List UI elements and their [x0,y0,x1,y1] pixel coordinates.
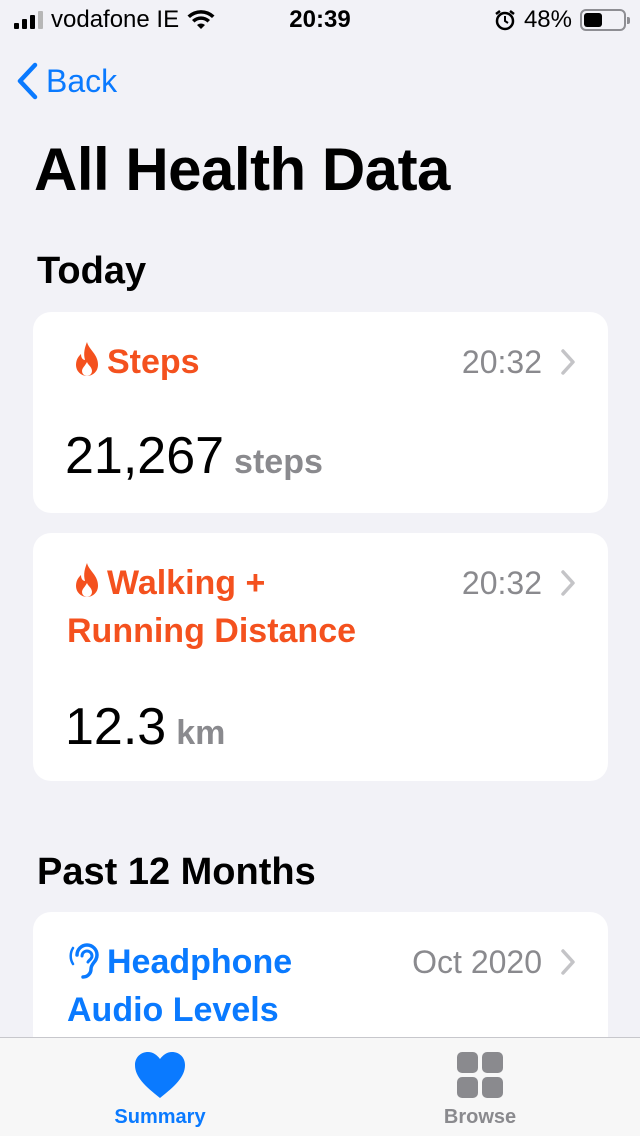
headphone-title-line1: Headphone [107,943,293,981]
grid-icon [457,1052,503,1098]
tab-summary[interactable]: Summary [0,1038,320,1136]
section-title-past: Past 12 Months [37,851,316,893]
walking-distance-card[interactable]: Walking + Running Distance 20:32 12.3 km [33,533,608,781]
battery-icon [580,9,630,31]
flame-icon [76,342,98,376]
tab-browse-label: Browse [443,1106,517,1128]
tab-browse[interactable]: Browse [320,1038,640,1136]
status-right: 48% [494,6,630,34]
ear-icon [69,943,99,979]
steps-card[interactable]: Steps 20:32 21,267 steps [33,312,608,513]
tab-summary-label: Summary [114,1106,206,1128]
back-label: Back [46,62,118,99]
status-bar: vodafone IE 20:39 48% [0,0,640,40]
walking-title-line2: Running Distance [67,612,357,650]
steps-time: 20:32 [461,344,542,380]
steps-value: 21,267 [65,427,225,485]
tab-bar: Summary Browse [0,1037,640,1136]
headphone-time: Oct 2020 [412,944,542,980]
walking-unit: km [176,714,226,752]
wifi-icon [187,10,215,29]
signal-icon [14,11,43,29]
walking-value: 12.3 [65,698,167,756]
flame-icon [76,563,98,597]
walking-title-line1: Walking + [107,564,266,602]
battery-percent: 48% [523,6,572,33]
chevron-right-icon [561,570,575,596]
page-title: All Health Data [34,136,450,203]
status-left: vodafone IE [14,6,215,34]
chevron-right-icon [561,349,575,375]
walking-time: 20:32 [461,565,542,601]
alarm-icon [495,10,515,31]
carrier-label: vodafone IE [51,6,180,33]
chevron-right-icon [561,949,575,975]
back-button[interactable]: Back [16,62,117,100]
section-title-today: Today [37,250,147,292]
heart-icon [135,1052,185,1098]
steps-unit: steps [234,443,323,481]
steps-title: Steps [107,343,200,381]
chevron-left-icon [17,62,38,100]
headphone-title-line2: Audio Levels [67,991,279,1029]
